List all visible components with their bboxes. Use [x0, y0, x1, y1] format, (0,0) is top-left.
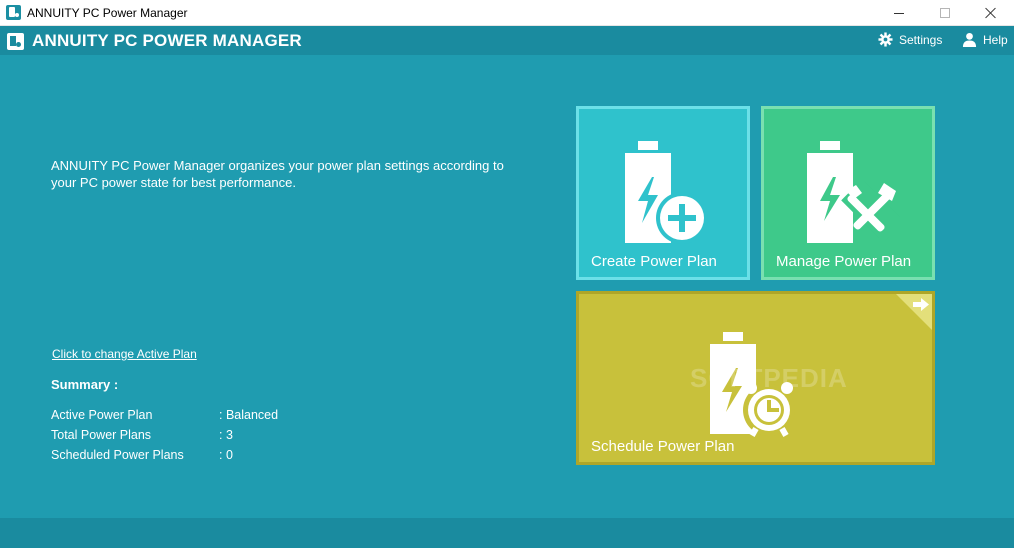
manage-power-plan-tile[interactable]: Manage Power Plan [761, 106, 935, 280]
summary-value: : 0 [219, 448, 233, 462]
watermark: SOFTPEDIA [690, 363, 848, 393]
maximize-button[interactable] [922, 0, 968, 26]
close-icon [985, 7, 997, 19]
summary-row-scheduled-plans: Scheduled Power Plans : 0 [51, 448, 351, 464]
window-titlebar: ANNUITY PC Power Manager [0, 0, 1014, 26]
schedule-power-plan-label: Schedule Power Plan [591, 438, 735, 455]
main-panel: ANNUITY PC Power Manager organizes your … [0, 55, 1014, 518]
manage-power-plan-label: Manage Power Plan [776, 253, 912, 270]
gear-icon [878, 32, 893, 47]
battery-tools-icon [807, 141, 900, 243]
summary-title: Summary : [51, 377, 119, 392]
help-label: Help [983, 32, 1008, 47]
summary-label: Total Power Plans [51, 428, 152, 442]
app-description: ANNUITY PC Power Manager organizes your … [51, 158, 504, 190]
window-title: ANNUITY PC Power Manager [27, 6, 188, 20]
user-icon [962, 32, 977, 47]
summary-value: : Balanced [219, 408, 279, 422]
summary-label: Scheduled Power Plans [51, 448, 184, 462]
maximize-icon [940, 8, 950, 18]
help-button[interactable]: Help [962, 32, 1008, 47]
status-footer [0, 518, 1014, 548]
change-active-plan-link[interactable]: Click to change Active Plan [52, 347, 197, 361]
summary-row-active-plan: Active Power Plan : Balanced [51, 408, 351, 424]
summary-value: : 3 [219, 428, 233, 442]
minimize-button[interactable] [876, 0, 922, 26]
settings-button[interactable]: Settings [878, 32, 942, 47]
create-power-plan-label: Create Power Plan [591, 253, 717, 270]
arrow-right-icon[interactable] [896, 294, 932, 330]
app-icon [6, 5, 21, 20]
create-power-plan-tile[interactable]: Create Power Plan [576, 106, 750, 280]
settings-label: Settings [899, 32, 943, 47]
close-button[interactable] [968, 0, 1014, 26]
app-title: ANNUITY PC POWER MANAGER [32, 31, 302, 50]
summary-label: Active Power Plan [51, 408, 153, 422]
summary-row-total-plans: Total Power Plans : 3 [51, 428, 351, 444]
battery-plus-icon [625, 141, 708, 244]
app-header: ANNUITY PC POWER MANAGER Settings Help [0, 26, 1014, 55]
minimize-icon [894, 12, 904, 14]
app-logo-icon [7, 33, 24, 50]
